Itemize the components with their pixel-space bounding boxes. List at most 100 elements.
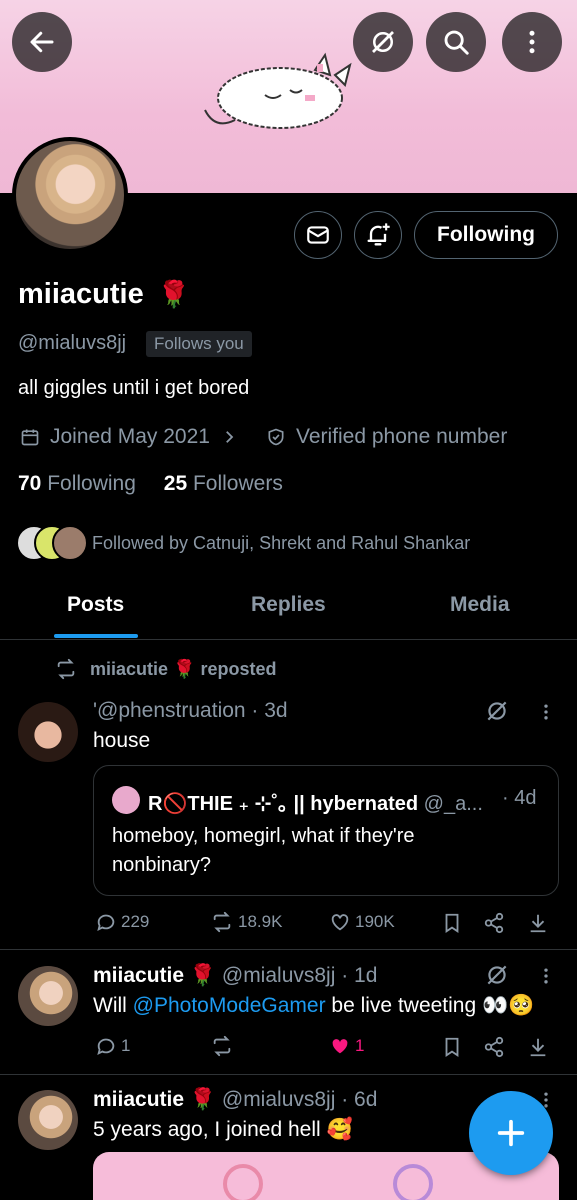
repost-button[interactable]: 18.9K [210, 911, 282, 933]
profile-display-name: miiacutie 🌹 [18, 278, 190, 311]
joined-text: Joined May 2021 [50, 425, 210, 448]
follows-you-badge: Follows you [146, 331, 252, 357]
quoted-post[interactable]: R🚫THIE ₊ ⊹˚｡ || hybernated @_a... · 4d h… [93, 765, 559, 896]
compose-post-button[interactable] [469, 1091, 553, 1175]
search-button[interactable] [426, 12, 486, 72]
avatar[interactable] [18, 966, 78, 1026]
heart-icon [331, 914, 349, 931]
avatar [52, 525, 88, 561]
repost-icon [213, 1035, 231, 1057]
quote-author-handle: @_a... [423, 793, 483, 815]
back-button[interactable] [12, 12, 72, 72]
verified-text: Verified phone number [296, 425, 508, 448]
quote-time: · 4d [502, 787, 537, 809]
arrow-left-icon [30, 31, 54, 53]
verified-phone: Verified phone number [266, 425, 507, 449]
joined-date[interactable]: Joined May 2021 [20, 425, 238, 449]
followed-by-avatars[interactable] [16, 525, 88, 561]
avatar [112, 786, 140, 814]
quote-author-name: R🚫THIE ₊ ⊹˚｡ || hybernated [148, 793, 419, 815]
post-text: 5 years ago, I joined hell 🥰 [93, 1118, 353, 1141]
more-vertical-icon[interactable] [536, 700, 556, 724]
divider [0, 1074, 577, 1075]
like-button[interactable]: 190K [329, 911, 395, 933]
repost-count: 18.9K [238, 912, 283, 931]
mail-icon [307, 226, 329, 244]
reply-button[interactable]: 1 [95, 1035, 130, 1057]
post-author-handle: @mialuvs8jj · 6d [221, 1088, 378, 1111]
shield-check-icon [268, 428, 284, 446]
repost-label: miiacutie 🌹 reposted [90, 658, 277, 679]
post-text-suffix: be live tweeting 👀🥺 [325, 994, 535, 1017]
following-button[interactable]: Following [414, 211, 558, 259]
grok-button[interactable] [353, 12, 413, 72]
share-icon[interactable] [483, 911, 505, 935]
followers-label: Followers [192, 472, 283, 495]
sleeping-cat-illustration [204, 52, 352, 129]
heart-filled-icon [332, 1039, 348, 1054]
reply-button[interactable]: 229 [95, 911, 149, 933]
bookmark-icon[interactable] [441, 1035, 463, 1059]
calendar-icon [21, 429, 39, 446]
post-author-handle: @mialuvs8jj · 1d [221, 964, 378, 987]
grok-icon[interactable] [484, 698, 510, 724]
repost-icon [213, 911, 231, 933]
download-icon[interactable] [527, 911, 549, 935]
profile-tabs: Posts Replies Media [0, 583, 577, 640]
following-count: 70 [18, 472, 42, 495]
profile-bio: all giggles until i get bored [18, 377, 250, 399]
repost-indicator: miiacutie 🌹 reposted [54, 658, 276, 680]
search-icon [444, 30, 469, 55]
post-text-prefix: Will [93, 994, 133, 1017]
post-author[interactable]: '@phenstruation · 3d [93, 699, 288, 723]
download-icon[interactable] [527, 1035, 549, 1059]
notifications-button[interactable] [354, 211, 402, 259]
post-author-name: miiacutie 🌹 [93, 1088, 217, 1111]
reply-count: 229 [121, 912, 150, 931]
display-name-text: miiacutie [18, 278, 144, 310]
post-text: Will @PhotoModeGamer be live tweeting 👀🥺 [93, 994, 534, 1018]
divider [0, 949, 577, 950]
followed-by-text[interactable]: Followed by Catnuji, Shrekt and Rahul Sh… [92, 533, 470, 554]
decorative-swirl [223, 1164, 263, 1200]
decorative-swirl [393, 1164, 433, 1200]
like-count: 190K [355, 912, 395, 931]
rose-emoji: 🌹 [157, 279, 191, 309]
following-count-link[interactable]: 70 Following [18, 472, 136, 495]
tab-posts[interactable]: Posts [67, 593, 124, 617]
profile-handle: @mialuvs8jj [18, 332, 127, 354]
active-tab-indicator [54, 634, 138, 638]
more-vertical-icon [529, 30, 535, 54]
plus-icon [497, 1119, 525, 1147]
bookmark-icon[interactable] [441, 911, 463, 935]
post-author-name: miiacutie 🌹 [93, 964, 217, 987]
quote-author-line: R🚫THIE ₊ ⊹˚｡ || hybernated @_a... [148, 787, 548, 816]
follow-counts: 70 Following 25 Followers [18, 472, 283, 496]
repost-button[interactable] [210, 1035, 238, 1057]
post-author-line[interactable]: miiacutie 🌹 @mialuvs8jj · 6d [93, 1088, 377, 1112]
bell-plus-icon [367, 223, 390, 246]
like-button[interactable]: 1 [329, 1035, 364, 1057]
post-author-line[interactable]: miiacutie 🌹 @mialuvs8jj · 1d [93, 964, 377, 988]
avatar[interactable] [18, 702, 78, 762]
message-button[interactable] [294, 211, 342, 259]
followers-count-link[interactable]: 25 Followers [164, 472, 283, 495]
more-options-button[interactable] [502, 12, 562, 72]
tab-replies[interactable]: Replies [251, 593, 326, 617]
quote-text: homeboy, homegirl, what if they're nonbi… [112, 825, 415, 876]
tab-media[interactable]: Media [450, 593, 510, 617]
reply-icon [97, 914, 115, 932]
grok-icon [372, 31, 394, 53]
avatar[interactable] [18, 1090, 78, 1150]
profile-avatar[interactable] [12, 137, 128, 253]
chevron-right-icon [226, 431, 234, 443]
reply-count: 1 [121, 1036, 131, 1055]
repost-icon [57, 658, 75, 680]
share-icon[interactable] [483, 1035, 505, 1059]
like-count: 1 [355, 1036, 365, 1055]
more-vertical-icon[interactable] [536, 964, 556, 988]
following-label: Following [47, 472, 136, 495]
grok-icon[interactable] [484, 962, 510, 988]
reply-icon [97, 1038, 115, 1056]
mention-link[interactable]: @PhotoModeGamer [133, 994, 326, 1017]
